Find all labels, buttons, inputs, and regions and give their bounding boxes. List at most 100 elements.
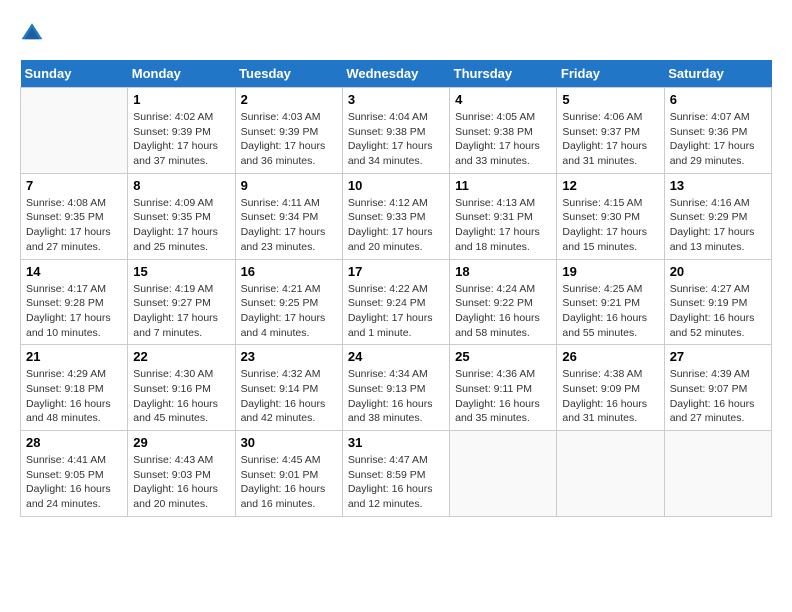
day-cell: 10Sunrise: 4:12 AMSunset: 9:33 PMDayligh… [342, 173, 449, 259]
day-number: 23 [241, 349, 337, 364]
day-cell [450, 431, 557, 517]
day-info: Sunrise: 4:05 AMSunset: 9:38 PMDaylight:… [455, 110, 551, 169]
day-cell: 4 Sunrise: 4:05 AMSunset: 9:38 PMDaylight… [450, 88, 557, 174]
day-info: Sunrise: 4:03 AMSunset: 9:39 PMDaylight:… [241, 110, 337, 169]
day-cell: 20 Sunrise: 4:27 AMSunset: 9:19 PMDayligh… [664, 259, 771, 345]
week-row-5: 28 Sunrise: 4:41 AMSunset: 9:05 PMDayligh… [21, 431, 772, 517]
day-info: Sunrise: 4:43 AMSunset: 9:03 PMDaylight:… [133, 453, 229, 512]
day-cell: 16Sunrise: 4:21 AMSunset: 9:25 PMDayligh… [235, 259, 342, 345]
day-number: 19 [562, 264, 658, 279]
day-number: 7 [26, 178, 122, 193]
day-number: 5 [562, 92, 658, 107]
week-row-4: 21Sunrise: 4:29 AMSunset: 9:18 PMDayligh… [21, 345, 772, 431]
day-cell [664, 431, 771, 517]
col-header-wednesday: Wednesday [342, 60, 449, 88]
day-info: Sunrise: 4:34 AMSunset: 9:13 PMDaylight:… [348, 367, 444, 426]
logo-icon [20, 20, 44, 44]
day-number: 10 [348, 178, 444, 193]
day-number: 27 [670, 349, 766, 364]
day-number: 29 [133, 435, 229, 450]
day-cell: 6 Sunrise: 4:07 AMSunset: 9:36 PMDaylight… [664, 88, 771, 174]
day-number: 1 [133, 92, 229, 107]
day-cell: 31 Sunrise: 4:47 AMSunset: 8:59 PMDayligh… [342, 431, 449, 517]
day-cell: 8 Sunrise: 4:09 AMSunset: 9:35 PMDaylight… [128, 173, 235, 259]
day-cell [21, 88, 128, 174]
day-number: 8 [133, 178, 229, 193]
day-cell: 30 Sunrise: 4:45 AMSunset: 9:01 PMDayligh… [235, 431, 342, 517]
day-number: 13 [670, 178, 766, 193]
day-info: Sunrise: 4:30 AMSunset: 9:16 PMDaylight:… [133, 367, 229, 426]
day-number: 15 [133, 264, 229, 279]
col-header-tuesday: Tuesday [235, 60, 342, 88]
day-cell: 24 Sunrise: 4:34 AMSunset: 9:13 PMDayligh… [342, 345, 449, 431]
day-info: Sunrise: 4:45 AMSunset: 9:01 PMDaylight:… [241, 453, 337, 512]
day-cell: 1 Sunrise: 4:02 AMSunset: 9:39 PMDaylight… [128, 88, 235, 174]
day-info: Sunrise: 4:06 AMSunset: 9:37 PMDaylight:… [562, 110, 658, 169]
logo [20, 20, 48, 44]
day-info: Sunrise: 4:41 AMSunset: 9:05 PMDaylight:… [26, 453, 122, 512]
day-cell: 12 Sunrise: 4:15 AMSunset: 9:30 PMDayligh… [557, 173, 664, 259]
col-header-thursday: Thursday [450, 60, 557, 88]
day-number: 20 [670, 264, 766, 279]
day-number: 21 [26, 349, 122, 364]
col-header-friday: Friday [557, 60, 664, 88]
day-number: 25 [455, 349, 551, 364]
day-cell [557, 431, 664, 517]
day-cell: 25 Sunrise: 4:36 AMSunset: 9:11 PMDayligh… [450, 345, 557, 431]
day-number: 11 [455, 178, 551, 193]
day-cell: 2Sunrise: 4:03 AMSunset: 9:39 PMDaylight… [235, 88, 342, 174]
day-cell: 15Sunrise: 4:19 AMSunset: 9:27 PMDayligh… [128, 259, 235, 345]
day-cell: 18Sunrise: 4:24 AMSunset: 9:22 PMDayligh… [450, 259, 557, 345]
day-number: 9 [241, 178, 337, 193]
day-info: Sunrise: 4:17 AMSunset: 9:28 PMDaylight:… [26, 282, 122, 341]
day-cell: 17 Sunrise: 4:22 AMSunset: 9:24 PMDayligh… [342, 259, 449, 345]
day-cell: 22 Sunrise: 4:30 AMSunset: 9:16 PMDayligh… [128, 345, 235, 431]
day-number: 14 [26, 264, 122, 279]
day-number: 24 [348, 349, 444, 364]
week-row-3: 14 Sunrise: 4:17 AMSunset: 9:28 PMDayligh… [21, 259, 772, 345]
day-number: 30 [241, 435, 337, 450]
calendar-table: SundayMondayTuesdayWednesdayThursdayFrid… [20, 60, 772, 517]
day-number: 26 [562, 349, 658, 364]
day-number: 4 [455, 92, 551, 107]
day-info: Sunrise: 4:02 AMSunset: 9:39 PMDaylight:… [133, 110, 229, 169]
day-info: Sunrise: 4:21 AMSunset: 9:25 PMDaylight:… [241, 282, 337, 341]
day-cell: 11 Sunrise: 4:13 AMSunset: 9:31 PMDayligh… [450, 173, 557, 259]
col-header-monday: Monday [128, 60, 235, 88]
day-number: 22 [133, 349, 229, 364]
day-number: 31 [348, 435, 444, 450]
day-info: Sunrise: 4:36 AMSunset: 9:11 PMDaylight:… [455, 367, 551, 426]
day-cell: 27 Sunrise: 4:39 AMSunset: 9:07 PMDayligh… [664, 345, 771, 431]
day-cell: 14 Sunrise: 4:17 AMSunset: 9:28 PMDayligh… [21, 259, 128, 345]
day-info: Sunrise: 4:04 AMSunset: 9:38 PMDaylight:… [348, 110, 444, 169]
day-cell: 3 Sunrise: 4:04 AMSunset: 9:38 PMDaylight… [342, 88, 449, 174]
day-cell: 19 Sunrise: 4:25 AMSunset: 9:21 PMDayligh… [557, 259, 664, 345]
week-row-2: 7Sunrise: 4:08 AMSunset: 9:35 PMDaylight… [21, 173, 772, 259]
day-info: Sunrise: 4:11 AMSunset: 9:34 PMDaylight:… [241, 196, 337, 255]
day-info: Sunrise: 4:38 AMSunset: 9:09 PMDaylight:… [562, 367, 658, 426]
day-info: Sunrise: 4:27 AMSunset: 9:19 PMDaylight:… [670, 282, 766, 341]
day-info: Sunrise: 4:15 AMSunset: 9:30 PMDaylight:… [562, 196, 658, 255]
day-cell: 23Sunrise: 4:32 AMSunset: 9:14 PMDayligh… [235, 345, 342, 431]
day-number: 28 [26, 435, 122, 450]
day-info: Sunrise: 4:09 AMSunset: 9:35 PMDaylight:… [133, 196, 229, 255]
day-info: Sunrise: 4:16 AMSunset: 9:29 PMDaylight:… [670, 196, 766, 255]
day-info: Sunrise: 4:07 AMSunset: 9:36 PMDaylight:… [670, 110, 766, 169]
day-cell: 5 Sunrise: 4:06 AMSunset: 9:37 PMDaylight… [557, 88, 664, 174]
day-info: Sunrise: 4:22 AMSunset: 9:24 PMDaylight:… [348, 282, 444, 341]
day-cell: 26 Sunrise: 4:38 AMSunset: 9:09 PMDayligh… [557, 345, 664, 431]
day-info: Sunrise: 4:47 AMSunset: 8:59 PMDaylight:… [348, 453, 444, 512]
day-number: 6 [670, 92, 766, 107]
day-cell: 21Sunrise: 4:29 AMSunset: 9:18 PMDayligh… [21, 345, 128, 431]
day-info: Sunrise: 4:39 AMSunset: 9:07 PMDaylight:… [670, 367, 766, 426]
week-row-1: 1 Sunrise: 4:02 AMSunset: 9:39 PMDaylight… [21, 88, 772, 174]
day-number: 3 [348, 92, 444, 107]
day-info: Sunrise: 4:25 AMSunset: 9:21 PMDaylight:… [562, 282, 658, 341]
day-cell: 13 Sunrise: 4:16 AMSunset: 9:29 PMDayligh… [664, 173, 771, 259]
day-number: 17 [348, 264, 444, 279]
day-cell: 28 Sunrise: 4:41 AMSunset: 9:05 PMDayligh… [21, 431, 128, 517]
day-number: 12 [562, 178, 658, 193]
page-header [20, 20, 772, 44]
day-info: Sunrise: 4:13 AMSunset: 9:31 PMDaylight:… [455, 196, 551, 255]
day-cell: 29 Sunrise: 4:43 AMSunset: 9:03 PMDayligh… [128, 431, 235, 517]
